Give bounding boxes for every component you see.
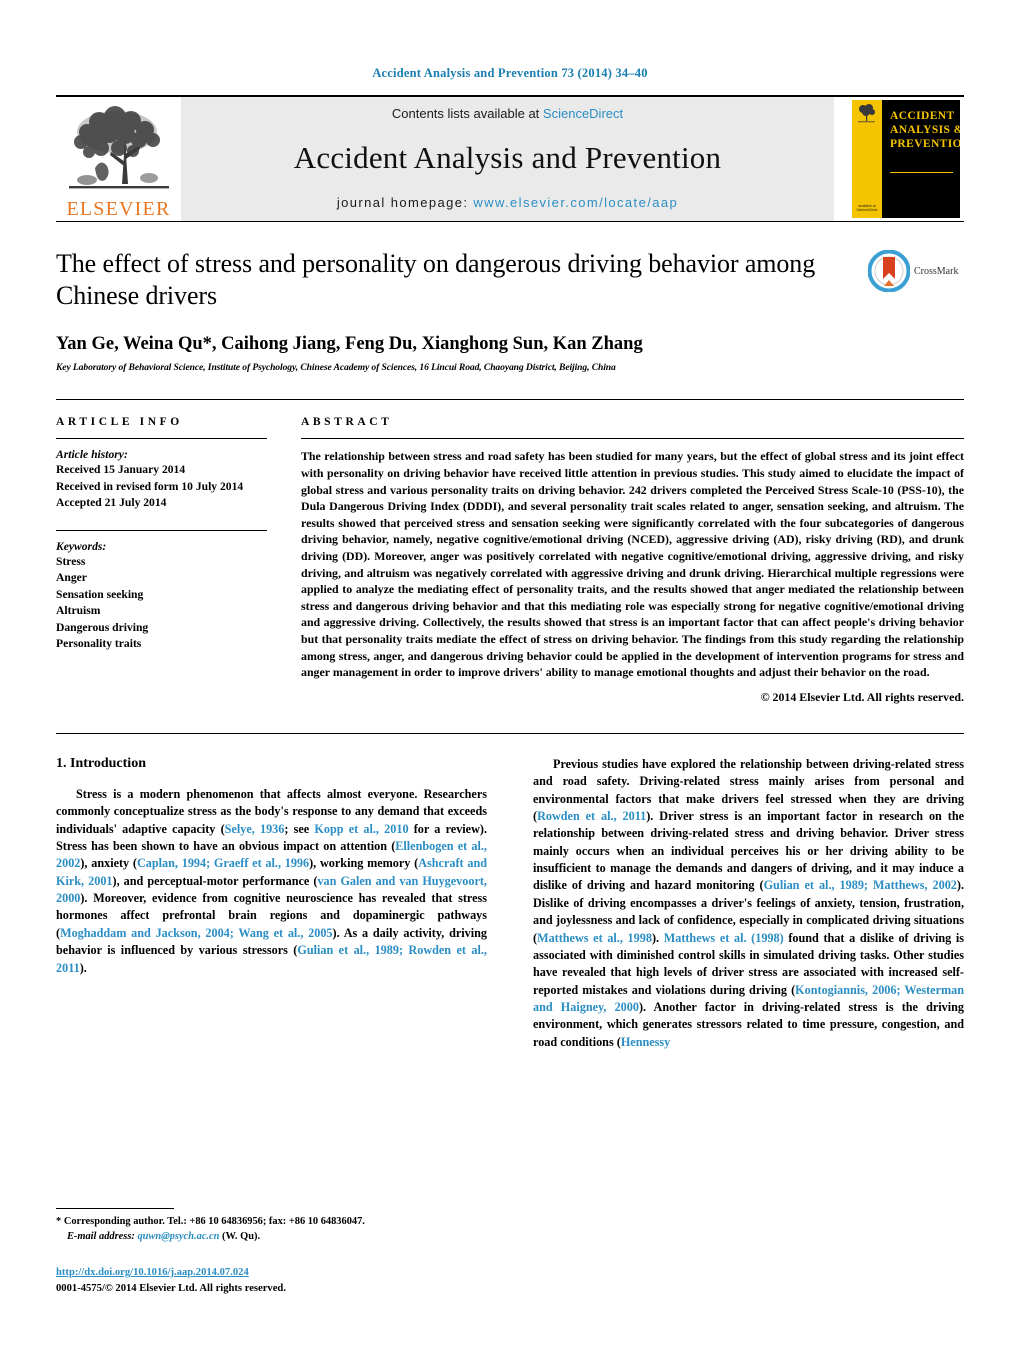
citation-link[interactable]: Gulian et al., 1989; Matthews, 2002 xyxy=(764,878,957,892)
crossmark-badge[interactable]: CrossMark xyxy=(868,248,964,292)
body-column-right: Previous studies have explored the relat… xyxy=(510,756,964,1051)
keywords-list: Stress Anger Sensation seeking Altruism … xyxy=(56,554,267,653)
corresponding-author-note: * Corresponding author. Tel.: +86 10 648… xyxy=(56,1215,476,1245)
abstract-copyright: © 2014 Elsevier Ltd. All rights reserved… xyxy=(760,689,964,704)
homepage-link[interactable]: www.elsevier.com/locate/aap xyxy=(473,195,678,210)
author-list: Yan Ge, Weina Qu*, Caihong Jiang, Feng D… xyxy=(56,334,643,355)
history-item: Received 15 January 2014 xyxy=(56,463,186,477)
citation-link[interactable]: Selye, 1936 xyxy=(225,822,285,836)
crossmark-icon xyxy=(868,250,910,292)
citation-link[interactable]: Matthews et al., 1998 xyxy=(537,931,652,945)
citation-link[interactable]: Rowden et al., 2011 xyxy=(537,809,646,823)
elsevier-wordmark: ELSEVIER xyxy=(66,198,171,220)
corresponding-marker: * xyxy=(56,1216,62,1228)
cover-elsevier-tree-icon xyxy=(858,104,875,123)
doi-block: http://dx.doi.org/10.1016/j.aap.2014.07.… xyxy=(56,1265,476,1297)
info-and-abstract: ARTICLE INFO Article history: Received 1… xyxy=(56,399,964,704)
history-item: Received in revised form 10 July 2014 xyxy=(56,479,244,493)
citation-link[interactable]: Caplan, 1994; Graeff et al., 1996 xyxy=(137,856,309,870)
citation-link[interactable]: Matthews et al. (1998) xyxy=(664,931,784,945)
crossmark-label: CrossMark xyxy=(914,265,959,277)
keywords-label: Keywords: xyxy=(56,539,107,553)
keyword-item: Dangerous driving xyxy=(56,620,149,634)
journal-cover-thumbnail: available at ScienceDirect ACCIDENT ANAL… xyxy=(848,97,964,221)
keyword-item: Sensation seeking xyxy=(56,587,144,601)
journal-info-panel: Contents lists available at ScienceDirec… xyxy=(181,97,834,221)
cover-divider xyxy=(890,172,953,173)
section-heading-introduction: 1. Introduction xyxy=(56,755,146,771)
keyword-item: Stress xyxy=(56,554,86,568)
article-first-page: Accident Analysis and Prevention 73 (201… xyxy=(0,0,1020,1351)
corresponding-email-link[interactable]: quwn@psych.ac.cn xyxy=(137,1231,219,1242)
doi-link[interactable]: http://dx.doi.org/10.1016/j.aap.2014.07.… xyxy=(56,1267,249,1278)
intro-paragraph-left: Stress is a modern phenomenon that affec… xyxy=(56,786,488,975)
email-suffix: (W. Qu). xyxy=(222,1231,261,1243)
citation-link[interactable]: Moghaddam and Jackson, 2004; Wang et al.… xyxy=(60,926,332,940)
keywords-rule xyxy=(56,529,267,531)
email-label: E-mail address: xyxy=(67,1231,135,1243)
footnote-area: * Corresponding author. Tel.: +86 10 648… xyxy=(56,1208,476,1297)
sciencedirect-link[interactable]: ScienceDirect xyxy=(543,106,623,121)
journal-masthead: ELSEVIER Contents lists available at Sci… xyxy=(56,95,964,221)
citation-link[interactable]: Kopp et al., 2010 xyxy=(314,822,408,836)
citation-link[interactable]: van Galen and van Huygevoort, 2000 xyxy=(56,874,487,905)
citation-link[interactable]: Kontogiannis, 2006; Westerman and Haigne… xyxy=(533,983,964,1014)
contents-available-line: Contents lists available at ScienceDirec… xyxy=(392,106,623,121)
homepage-prefix: journal homepage: xyxy=(336,195,469,210)
contents-prefix: Contents lists available at xyxy=(391,106,540,121)
article-info-rule xyxy=(56,438,267,440)
corresponding-text: Corresponding author. Tel.: +86 10 64836… xyxy=(63,1216,365,1228)
abstract-heading: ABSTRACT xyxy=(301,416,393,429)
citation-link[interactable]: Hennessy xyxy=(621,1035,670,1049)
cover-sciencedirect-note: available at ScienceDirect xyxy=(856,203,878,212)
article-info-heading: ARTICLE INFO xyxy=(56,416,183,429)
affiliation: Key Laboratory of Behavioral Science, In… xyxy=(56,362,616,374)
article-info-column: ARTICLE INFO Article history: Received 1… xyxy=(56,416,301,704)
page-title: The effect of stress and personality on … xyxy=(56,249,816,311)
keyword-item: Altruism xyxy=(56,604,101,618)
abstract-column: ABSTRACT The relationship between stress… xyxy=(301,416,964,704)
article-history-label: Article history: xyxy=(56,448,128,462)
abstract-rule xyxy=(301,438,964,440)
journal-title: Accident Analysis and Prevention xyxy=(293,140,722,175)
running-head: Accident Analysis and Prevention 73 (201… xyxy=(372,66,648,80)
article-history-list: Received 15 January 2014 Received in rev… xyxy=(56,462,267,511)
body-separator xyxy=(56,732,964,734)
keyword-item: Anger xyxy=(56,571,87,585)
body-column-left: 1. Introduction Stress is a modern pheno… xyxy=(56,756,510,1051)
abstract-text: The relationship between stress and road… xyxy=(301,449,964,680)
body-columns: 1. Introduction Stress is a modern pheno… xyxy=(56,756,964,1051)
keyword-item: Personality traits xyxy=(56,637,142,651)
issn-copyright-line: 0001-4575/© 2014 Elsevier Ltd. All right… xyxy=(56,1283,286,1295)
elsevier-tree-icon xyxy=(65,106,173,198)
footnote-rule xyxy=(56,1208,174,1210)
citation-link[interactable]: Gulian et al., 1989; Rowden et al., 2011 xyxy=(56,943,487,974)
title-block: The effect of stress and personality on … xyxy=(56,221,964,373)
journal-homepage-line: journal homepage: www.elsevier.com/locat… xyxy=(337,195,678,210)
history-item: Accepted 21 July 2014 xyxy=(56,496,167,510)
elsevier-logo: ELSEVIER xyxy=(56,97,181,221)
intro-paragraph-right: Previous studies have explored the relat… xyxy=(533,756,965,1049)
cover-title-text: ACCIDENT ANALYSIS & PREVENTION xyxy=(890,110,960,151)
cover-yellow-band: available at ScienceDirect xyxy=(852,100,882,218)
